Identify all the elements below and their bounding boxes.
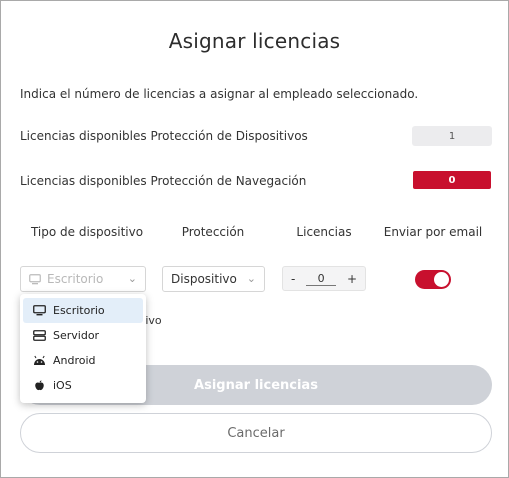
navigation-licenses-label: Licencias disponibles Protección de Nave… [20,174,307,188]
dropdown-item-label: Servidor [53,329,100,342]
cancel-button[interactable]: Cancelar [20,413,492,453]
column-header-email: Enviar por email [383,225,483,239]
dropdown-item-escritorio[interactable]: Escritorio [23,298,143,323]
dropdown-item-label: Android [53,354,96,367]
dropdown-item-servidor[interactable]: Servidor [23,323,143,348]
dropdown-item-android[interactable]: Android [23,348,143,373]
send-email-toggle[interactable] [415,270,451,289]
column-header-device-type: Tipo de dispositivo [30,225,144,239]
device-type-select[interactable]: Escritorio ⌄ [20,266,146,292]
devices-licenses-count: 1 [412,126,492,146]
chevron-down-icon: ⌄ [127,272,137,285]
dropdown-item-label: Escritorio [53,304,105,317]
dropdown-item-ios[interactable]: iOS [23,373,143,398]
desktop-icon [33,305,46,316]
device-type-dropdown: Escritorio Servidor Android iOS [20,294,146,403]
protection-select[interactable]: Dispositivo ⌄ [162,266,265,292]
dialog-title: Asignar licencias [168,29,341,53]
devices-licenses-label: Licencias disponibles Protección de Disp… [20,129,308,143]
toggle-knob [434,272,449,287]
chevron-down-icon: ⌄ [246,272,256,285]
licenses-stepper: - 0 + [282,266,366,291]
dropdown-item-label: iOS [53,379,72,392]
column-header-licenses: Licencias [296,225,352,239]
desktop-icon [29,273,41,284]
android-icon [34,355,45,365]
navigation-licenses-count: 0 [413,171,491,189]
assign-licenses-dialog: Asignar licencias Indica el número de li… [0,0,509,478]
apple-icon [35,380,44,391]
decrement-button[interactable]: - [291,272,295,286]
licenses-input[interactable]: 0 [306,272,337,286]
server-icon [33,330,46,341]
column-header-protection: Protección [181,225,245,239]
protection-value: Dispositivo [171,272,237,286]
increment-button[interactable]: + [347,272,357,286]
dialog-description: Indica el número de licencias a asignar … [20,87,419,101]
device-type-value: Escritorio [47,272,104,286]
